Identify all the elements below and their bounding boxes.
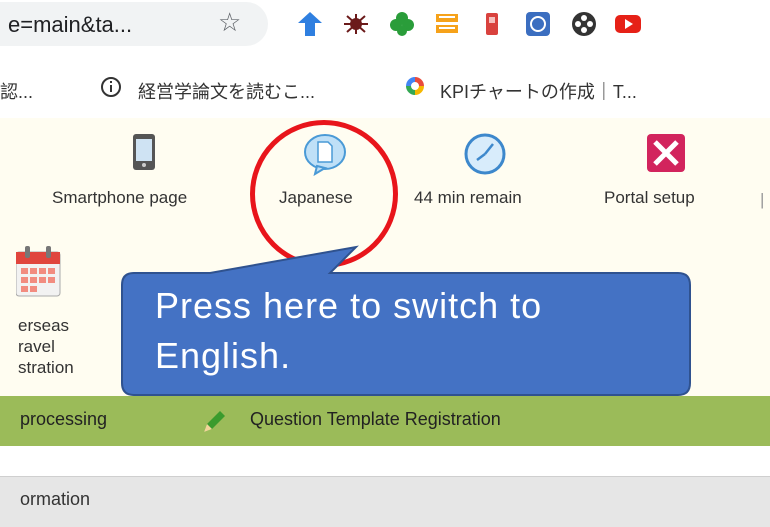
travel-label-line1: erseas <box>18 316 70 335</box>
extension-blue-square-icon[interactable] <box>524 10 552 38</box>
callout-line2: English. <box>155 335 292 376</box>
clock-icon <box>464 133 506 175</box>
remaining-time-label: 44 min remain <box>414 188 522 207</box>
extension-smasurf-icon[interactable] <box>433 10 461 38</box>
callout-line1: Press here to switch to <box>155 285 543 326</box>
menu-item-question-template-registration[interactable]: Question Template Registration <box>250 409 501 430</box>
toolbar-divider: | <box>760 190 765 209</box>
travel-label-line3: stration <box>18 358 74 377</box>
bookmark-item[interactable]: KPIチャートの作成｜T... <box>440 78 637 104</box>
pencil-icon <box>204 411 225 432</box>
smartphone-icon <box>133 134 155 170</box>
screenshot-root: e=main&ta... ☆ 認... 経営学論文を読むこ... KPIチャート… <box>0 0 770 527</box>
extension-dark-burst-icon[interactable] <box>342 10 370 38</box>
bookmark-item[interactable]: 認... <box>0 78 33 104</box>
callout-text: Press here to switch to English. <box>155 281 685 381</box>
function-menu-bar: processing Question Template Registratio… <box>0 396 770 446</box>
address-bar[interactable]: e=main&ta... ☆ <box>0 2 268 46</box>
colorful-ring-icon <box>404 75 426 102</box>
extension-red-play-icon[interactable] <box>614 10 642 38</box>
info-circle-icon <box>100 76 122 103</box>
bookmark-item[interactable]: 経営学論文を読むこ... <box>138 78 315 104</box>
bookmarks-bar: 認... 経営学論文を読むこ... KPIチャートの作成｜T... <box>0 72 770 112</box>
information-header-text: ormation <box>20 489 91 509</box>
extension-blue-arrow-icon[interactable] <box>296 10 324 38</box>
menu-item-processing[interactable]: processing <box>20 409 107 430</box>
information-section-header: ormation <box>0 476 770 527</box>
extension-green-clover-icon[interactable] <box>388 10 416 38</box>
tools-icon <box>647 134 685 172</box>
calendar-icon <box>16 246 61 297</box>
url-text: e=main&ta... <box>8 12 133 37</box>
portal-setup-label: Portal setup <box>604 188 695 207</box>
browser-toolbar: e=main&ta... ☆ <box>0 0 770 54</box>
extension-red-figure-icon[interactable] <box>478 10 506 38</box>
extension-dark-target-icon[interactable] <box>570 10 598 38</box>
smartphone-page-label: Smartphone page <box>52 188 188 207</box>
travel-label-line2: ravel <box>18 337 55 356</box>
bookmark-star-icon[interactable]: ☆ <box>218 9 241 35</box>
